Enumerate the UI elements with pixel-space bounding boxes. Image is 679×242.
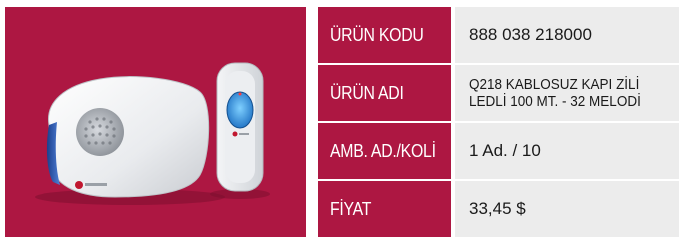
row-label: ÜRÜN KODU <box>318 7 451 63</box>
row-label: ÜRÜN ADI <box>318 65 451 121</box>
table-row: ÜRÜN KODU 888 038 218000 <box>318 7 679 63</box>
row-value: 1 Ad. / 10 <box>455 123 679 179</box>
product-image-panel <box>5 7 306 237</box>
row-value: 33,45 $ <box>455 181 679 237</box>
row-label: FİYAT <box>318 181 451 237</box>
table-row: FİYAT 33,45 $ <box>318 181 679 237</box>
spec-table: ÜRÜN KODU 888 038 218000 ÜRÜN ADI Q218 K… <box>318 7 679 237</box>
table-row: AMB. AD./KOLİ 1 Ad. / 10 <box>318 123 679 179</box>
row-value: 888 038 218000 <box>455 7 679 63</box>
product-spec-sheet: ÜRÜN KODU 888 038 218000 ÜRÜN ADI Q218 K… <box>0 0 679 242</box>
wireless-doorbell-image <box>35 62 270 205</box>
row-value: Q218 KABLOSUZ KAPI ZİLİ LEDLİ 100 MT. - … <box>455 65 679 121</box>
row-label: AMB. AD./KOLİ <box>318 123 451 179</box>
table-row: ÜRÜN ADI Q218 KABLOSUZ KAPI ZİLİ LEDLİ 1… <box>318 65 679 121</box>
